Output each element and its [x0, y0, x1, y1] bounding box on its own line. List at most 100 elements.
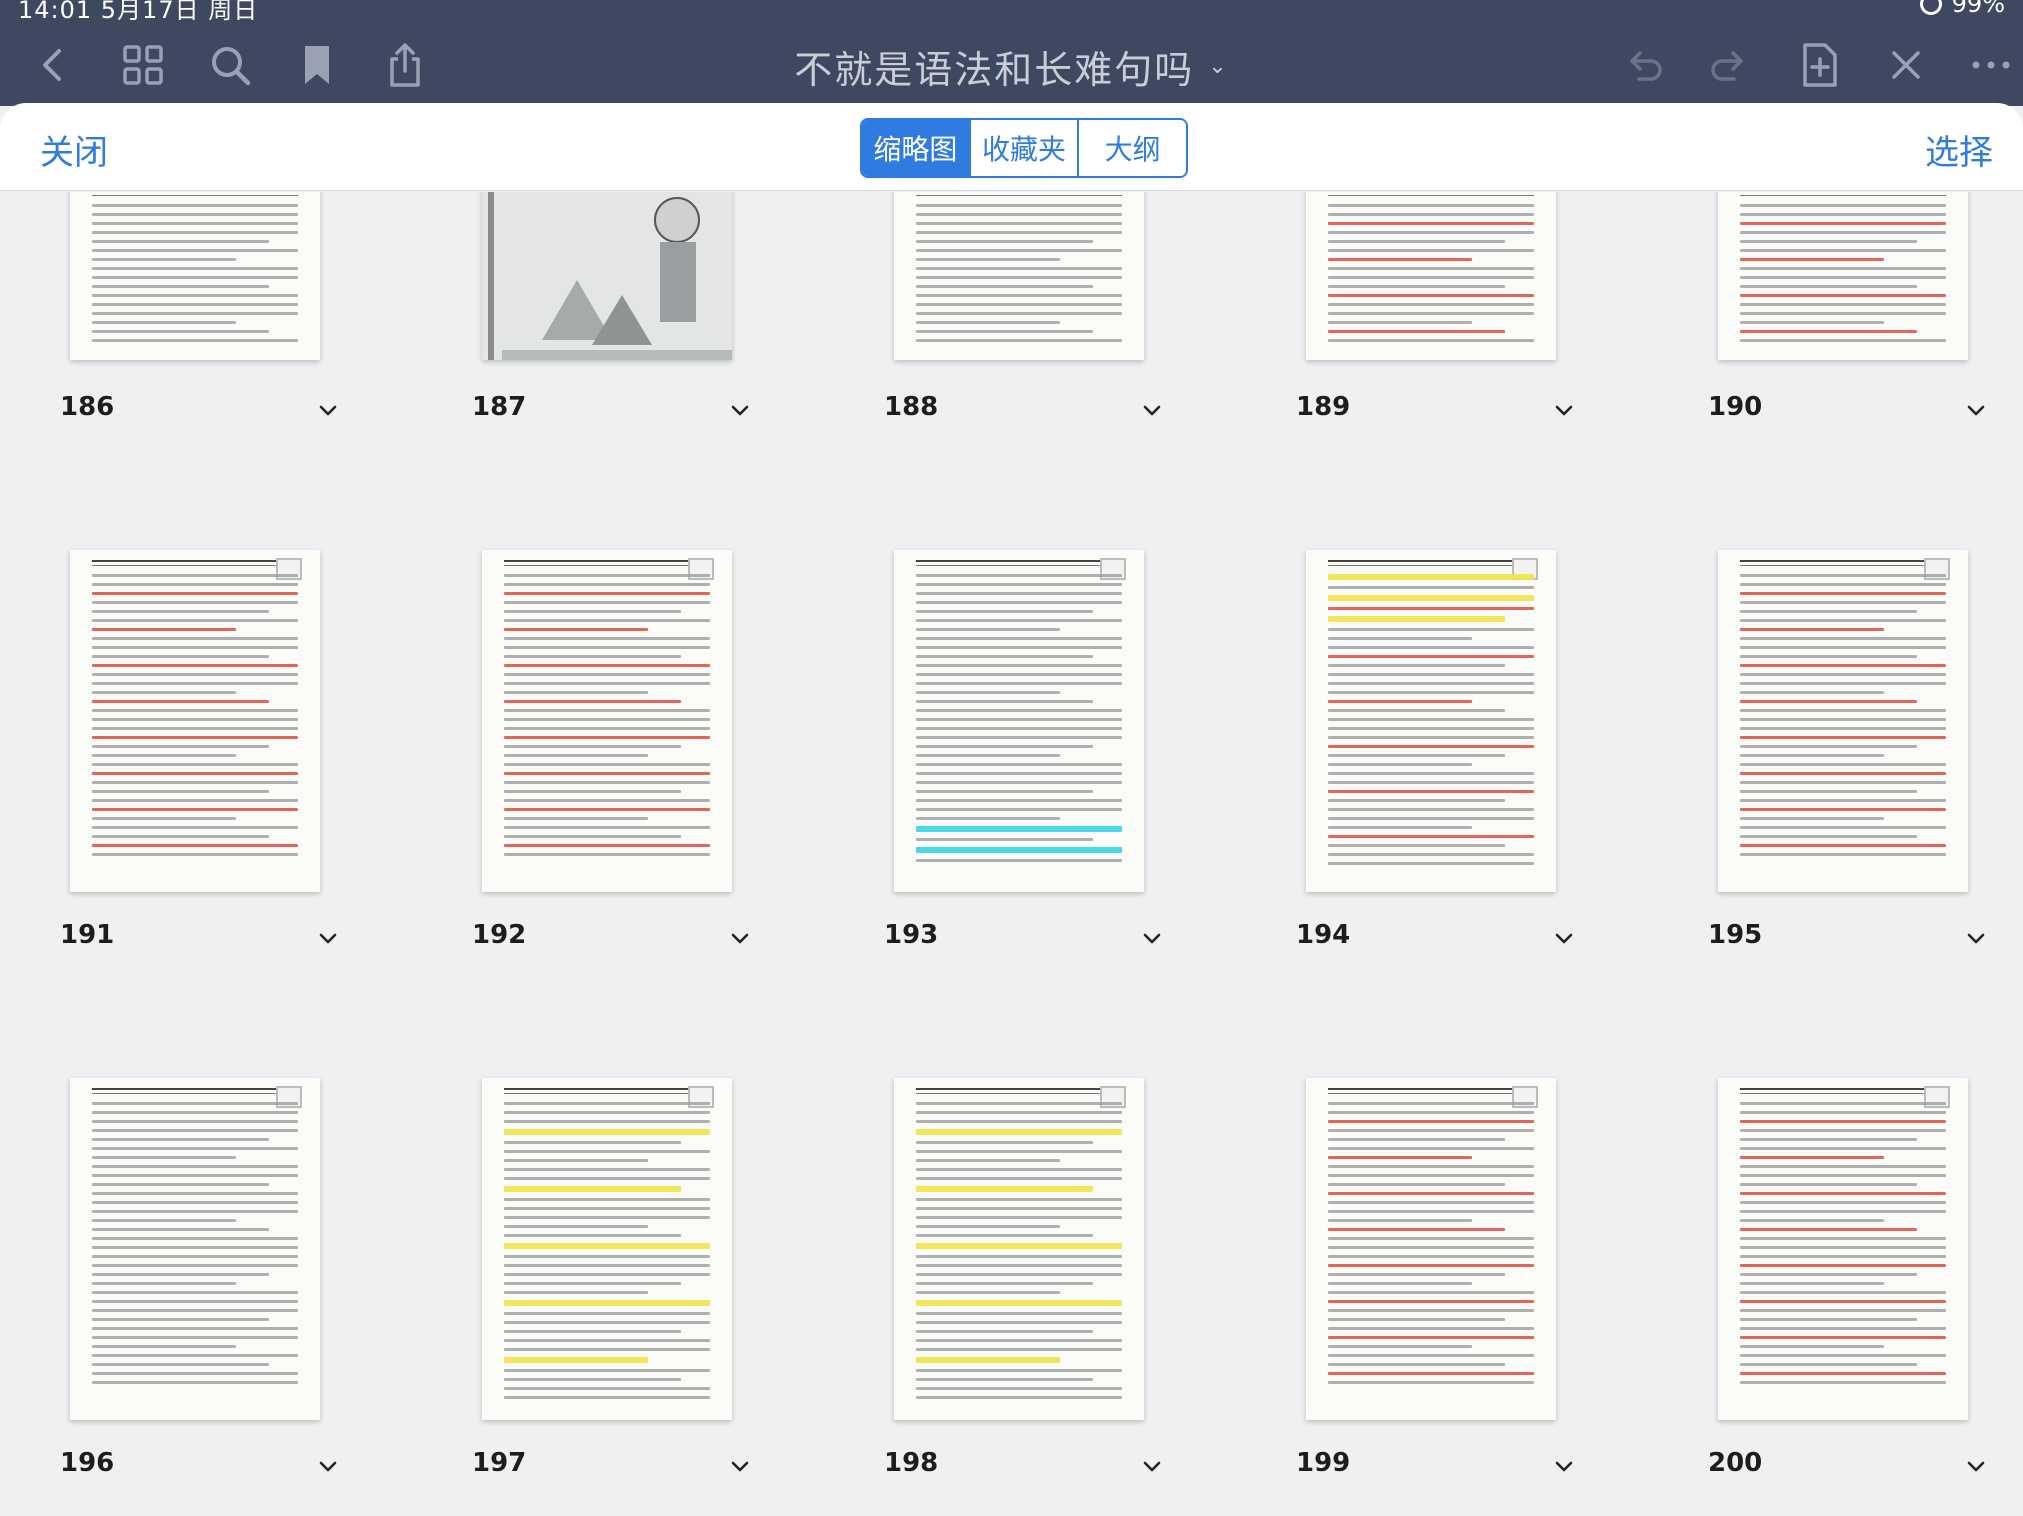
thumbnail-text-line: [504, 1168, 710, 1171]
thumbnail-text-line: [1328, 745, 1534, 748]
thumbnail-text-line: [1328, 718, 1534, 721]
page-thumbnail[interactable]: [482, 192, 732, 360]
thumbnail-text-line: [92, 1210, 298, 1213]
page-options-chevron-down-icon[interactable]: [726, 396, 754, 424]
thumbnail-text-line: [92, 754, 237, 757]
thumbnail-text-line: [1740, 1102, 1946, 1105]
thumbnail-text-line: [916, 339, 1122, 342]
thumbnail-text-line: [1740, 1309, 1946, 1312]
select-button[interactable]: 选择: [1925, 125, 1993, 174]
page-options-chevron-down-icon[interactable]: [726, 924, 754, 952]
page-options-chevron-down-icon[interactable]: [1962, 1452, 1990, 1480]
thumbnail-text-line: [504, 844, 710, 847]
thumbnail-text-line: [504, 1255, 710, 1258]
back-chevron-icon[interactable]: [26, 38, 80, 92]
tab-favorites[interactable]: 收藏夹: [970, 120, 1080, 176]
thumbnail-text-line: [92, 1327, 298, 1330]
thumbnail-text-line: [92, 682, 298, 685]
page-thumbnail[interactable]: [70, 550, 320, 892]
page-options-chevron-down-icon[interactable]: [726, 1452, 754, 1480]
page-thumbnail[interactable]: [1306, 1078, 1556, 1420]
thumbnail-text-line: [916, 303, 1122, 306]
thumbnail-text-line: [916, 1102, 1122, 1105]
thumbnail-text-line: [916, 1216, 1122, 1219]
page-thumbnail[interactable]: [894, 550, 1144, 892]
page-options-chevron-down-icon[interactable]: [1138, 396, 1166, 424]
thumbnail-text-line: [504, 808, 710, 811]
page-options-chevron-down-icon[interactable]: [314, 396, 342, 424]
page-thumbnail[interactable]: [482, 1078, 732, 1420]
page-thumbnail[interactable]: [482, 550, 732, 892]
page-options-chevron-down-icon[interactable]: [1962, 924, 1990, 952]
thumbnail-text-line: [1328, 1210, 1534, 1213]
thumbnail-text-line: [504, 763, 710, 766]
page-thumbnail[interactable]: [894, 192, 1144, 360]
page-thumbnail[interactable]: [1718, 192, 1968, 360]
thumbnail-text-line: [504, 781, 710, 784]
thumbnail-text-line: [92, 1165, 298, 1168]
thumbnail-text-line: [504, 817, 649, 820]
thumbnail-text-line: [92, 258, 237, 261]
add-page-icon[interactable]: [1792, 38, 1846, 92]
thumbnail-text-line: [504, 1120, 710, 1123]
page-thumbnail[interactable]: [1306, 550, 1556, 892]
close-x-icon[interactable]: [1879, 38, 1933, 92]
thumbnail-text-line: [1328, 1174, 1534, 1177]
page-thumbnail[interactable]: [1718, 550, 1968, 892]
page-thumbnail[interactable]: [1306, 192, 1556, 360]
thumbnail-header-rule: [92, 192, 298, 196]
page-thumbnail[interactable]: [894, 1078, 1144, 1420]
page-options-chevron-down-icon[interactable]: [1962, 396, 1990, 424]
thumbnail-text-line: [92, 718, 298, 721]
search-icon[interactable]: [203, 38, 257, 92]
thumbnail-text-line: [504, 1273, 710, 1276]
thumbnail-text-line: [1328, 1282, 1473, 1285]
thumbnail-text-line: [916, 1177, 1122, 1180]
page-thumbnail[interactable]: [70, 192, 320, 360]
page-options-chevron-down-icon[interactable]: [1138, 924, 1166, 952]
status-time: 14:01 5月17日 周日: [18, 0, 259, 24]
thumbnail-text-line: [504, 610, 682, 613]
page-options-chevron-down-icon[interactable]: [1550, 924, 1578, 952]
thumbnail-text-line: [92, 781, 298, 784]
thumbnail-text-line: [504, 853, 710, 856]
thumbnail-text-line: [916, 664, 1122, 667]
thumbnail-text-line: [1328, 1183, 1506, 1186]
thumbnail-text-line: [1740, 1228, 1918, 1231]
page-options-chevron-down-icon[interactable]: [1550, 1452, 1578, 1480]
grid-icon[interactable]: [116, 38, 170, 92]
tab-thumbnails[interactable]: 缩略图: [862, 120, 971, 176]
page-options-chevron-down-icon[interactable]: [1138, 1452, 1166, 1480]
thumbnail-text-line: [1328, 1354, 1534, 1357]
thumbnail-text-line: [504, 1141, 682, 1144]
undo-icon[interactable]: [1616, 38, 1670, 92]
page-number-label: 195: [1708, 920, 1763, 950]
thumbnail-text-line: [92, 204, 298, 207]
close-button[interactable]: 关闭: [40, 125, 108, 174]
thumbnail-text-line: [92, 817, 237, 820]
thumbnail-text-line: [504, 772, 710, 775]
thumbnail-text-line: [1740, 592, 1946, 595]
redo-icon[interactable]: [1703, 38, 1757, 92]
thumbnail-text-line: [1328, 1336, 1534, 1339]
thumbnail-text-line: [1328, 285, 1506, 288]
page-thumbnail[interactable]: [70, 1078, 320, 1420]
page-number-label: 198: [884, 1448, 939, 1478]
page-options-chevron-down-icon[interactable]: [1550, 396, 1578, 424]
thumbnail-header-rule: [1740, 192, 1946, 196]
page-number-label: 188: [884, 392, 939, 422]
document-title-button[interactable]: 不就是语法和长难句吗 ⌄: [794, 39, 1228, 94]
thumbnail-text-line: [504, 826, 710, 829]
thumbnail-text-block: [916, 574, 1122, 874]
tab-outline[interactable]: 大纲: [1079, 120, 1186, 176]
page-thumbnail[interactable]: [1718, 1078, 1968, 1420]
thumbnail-text-line: [1328, 1192, 1534, 1195]
thumbnail-text-line: [916, 294, 1122, 297]
page-options-chevron-down-icon[interactable]: [314, 924, 342, 952]
thumbnail-text-line: [916, 682, 1122, 685]
share-icon[interactable]: [378, 38, 432, 92]
page-options-chevron-down-icon[interactable]: [314, 1452, 342, 1480]
thumbnail-text-line: [504, 1396, 710, 1399]
more-icon[interactable]: [1964, 38, 2018, 92]
bookmark-icon[interactable]: [290, 38, 344, 92]
